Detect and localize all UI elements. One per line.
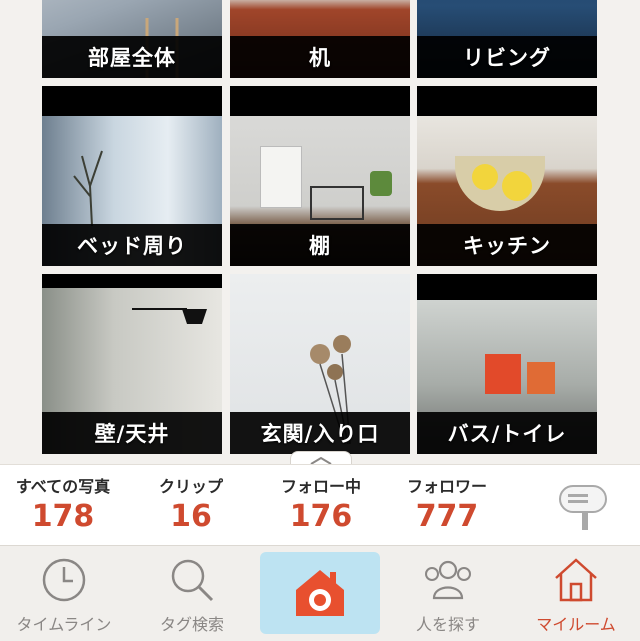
stat-value: 178 [31, 499, 95, 534]
tab-label: マイルーム [536, 615, 616, 634]
home-icon [555, 558, 597, 602]
stat-clips[interactable]: クリップ 16 [132, 473, 250, 534]
tab-tag-search[interactable]: タグ検索 [132, 546, 252, 641]
category-label: 壁/天井 [94, 422, 170, 446]
tab-label: 人を探す [415, 615, 480, 634]
category-tile-shelf[interactable]: 棚 [230, 86, 410, 266]
category-tile-bed[interactable]: ベッド周り [42, 86, 222, 266]
bottom-tab-bar: タイムライン タグ検索 人を探す マイルーム [0, 545, 640, 641]
category-grid: 部屋全体 机 リビング ベッド周り 棚 キッチン 壁/天井 玄関/入り口 バス/… [0, 0, 640, 460]
category-tile-room[interactable]: 部屋全体 [42, 0, 222, 78]
category-tile-desk[interactable]: 机 [230, 0, 410, 78]
category-tile-living[interactable]: リビング [417, 0, 597, 78]
stat-all-photos[interactable]: すべての写真 178 [8, 473, 118, 534]
tab-my-room[interactable]: マイルーム [516, 546, 636, 641]
category-tile-entrance[interactable]: 玄関/入り口 [230, 274, 410, 454]
category-label: バス/トイレ [447, 422, 567, 446]
camera-house-icon [296, 570, 344, 616]
profile-stats-bar: すべての写真 178 クリップ 16 フォロー中 176 フォロワー 777 [0, 464, 640, 546]
tab-timeline[interactable]: タイムライン [4, 546, 124, 641]
category-label: 部屋全体 [88, 46, 176, 70]
category-tile-wall[interactable]: 壁/天井 [42, 274, 222, 454]
stat-value: 176 [289, 499, 353, 534]
category-tile-bath[interactable]: バス/トイレ [417, 274, 597, 454]
category-label: 棚 [309, 234, 331, 258]
stat-caption: フォロワー [406, 477, 487, 496]
stat-value: 777 [415, 499, 479, 534]
category-tile-kitchen[interactable]: キッチン [417, 86, 597, 266]
stat-caption: フォロー中 [280, 477, 361, 496]
people-icon [425, 560, 471, 600]
category-label: ベッド周り [77, 234, 187, 258]
category-label: リビング [463, 46, 551, 70]
tab-label: タイムライン [16, 615, 112, 634]
stat-caption: クリップ [158, 477, 223, 496]
mailbox-icon[interactable] [556, 478, 616, 530]
stat-followers[interactable]: フォロワー 777 [388, 473, 506, 534]
stat-value: 16 [170, 499, 212, 534]
stat-following[interactable]: フォロー中 176 [262, 473, 380, 534]
search-icon [171, 559, 214, 602]
branch-illustration [73, 150, 103, 226]
camera-post-button[interactable] [260, 552, 380, 634]
category-label: 玄関/入り口 [260, 422, 380, 446]
stat-caption: すべての写真 [15, 477, 111, 496]
category-label: キッチン [463, 234, 551, 258]
category-label: 机 [309, 46, 331, 70]
tab-label: タグ検索 [159, 615, 224, 634]
clock-icon [42, 558, 86, 602]
tab-find-people[interactable]: 人を探す [388, 546, 508, 641]
lamp-illustration [132, 308, 207, 324]
